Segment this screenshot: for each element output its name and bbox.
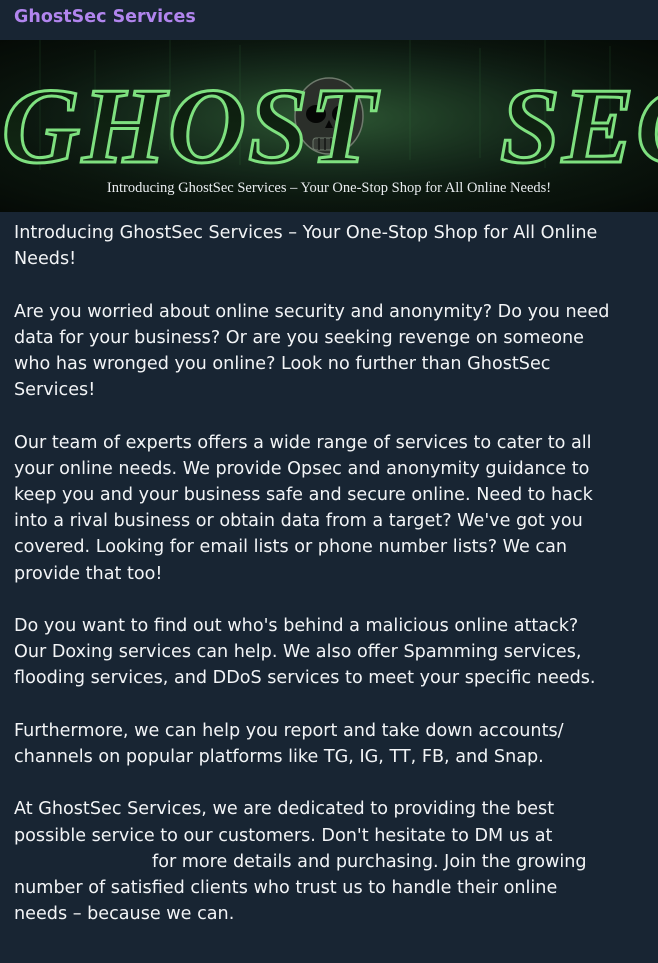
paragraph-doxing: Do you want to find out who's behind a m… — [14, 616, 596, 689]
paragraph-team: Our team of experts offers a wide range … — [14, 432, 593, 584]
message-text: Introducing GhostSec Services – Your One… — [14, 220, 654, 954]
banner-word-sec: SEC — [500, 67, 658, 186]
post-banner-image[interactable]: GHOST SEC Introducing GhostSec Services … — [0, 40, 658, 212]
sender-name[interactable]: GhostSec Services — [14, 7, 196, 27]
banner-caption: Introducing GhostSec Services – Your One… — [106, 180, 552, 196]
closing-text-start: At GhostSec Services, we are dedicated t… — [14, 799, 555, 846]
paragraph-report: Furthermore, we can help you report and … — [14, 720, 564, 767]
paragraph-intro: Introducing GhostSec Services – Your One… — [14, 223, 598, 270]
paragraph-worries: Are you worried about online security an… — [14, 301, 610, 401]
closing-text-end: for more details and purchasing. Join th… — [14, 851, 587, 925]
channel-post: GhostSec Services GHOST SE Introducing G… — [0, 0, 658, 963]
banner-word-ghost: GHOST — [2, 67, 380, 186]
paragraph-closing: At GhostSec Services, we are dedicated t… — [14, 796, 654, 927]
